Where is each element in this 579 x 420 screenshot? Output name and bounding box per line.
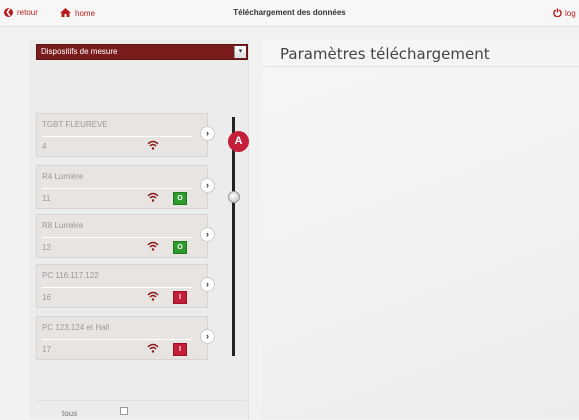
device-type-select[interactable]: Dispositifs de mesure ▾: [36, 44, 248, 60]
scroll-track[interactable]: [232, 117, 235, 356]
divider: [42, 136, 193, 137]
wifi-icon: [147, 241, 159, 251]
wifi-icon: [147, 291, 159, 301]
all-label: tous: [62, 409, 78, 418]
device-card[interactable]: TGBT FLEUREVE 4: [36, 113, 208, 157]
top-bar: ❮ retour home Téléchargement des données…: [0, 0, 579, 27]
device-card[interactable]: R8 Lumière 12 O: [36, 214, 208, 258]
device-card[interactable]: PC 123.124 et Hall 17 I: [36, 316, 208, 360]
device-expand-button[interactable]: ›: [200, 178, 215, 193]
divider: [42, 339, 193, 340]
device-expand-button[interactable]: ›: [200, 227, 215, 242]
title-divider: [262, 66, 579, 67]
device-number: 4: [42, 142, 47, 151]
page-title: Paramètres téléchargement: [280, 45, 490, 63]
page-header-title: Téléchargement des données: [233, 8, 346, 17]
device-name: PC 123.124 et Hall: [42, 323, 110, 332]
divider: [42, 188, 193, 189]
divider: [42, 237, 193, 238]
device-card[interactable]: PC 116.117.122 16 I: [36, 264, 208, 308]
device-number: 16: [42, 293, 51, 302]
device-number: 11: [42, 194, 51, 203]
wifi-icon: [147, 140, 159, 150]
wifi-icon: [147, 192, 159, 202]
logout-label: log: [565, 9, 576, 18]
wifi-icon: [147, 343, 159, 353]
device-number: 17: [42, 345, 51, 354]
logout-link[interactable]: log: [553, 8, 576, 19]
device-name: PC 116.117.122: [42, 271, 99, 280]
status-badge: I: [173, 343, 187, 356]
device-expand-button[interactable]: ›: [200, 126, 215, 141]
select-value: Dispositifs de mesure: [41, 47, 118, 56]
status-badge: O: [173, 241, 187, 254]
device-name: TGBT FLEUREVE: [42, 120, 108, 129]
device-number: 12: [42, 243, 51, 252]
scroll-handle[interactable]: [228, 191, 240, 203]
status-badge: I: [173, 291, 187, 304]
device-card[interactable]: R4 Lumière 11 O: [36, 165, 208, 209]
power-icon: [553, 8, 562, 19]
status-badge: O: [173, 192, 187, 205]
chevron-down-icon[interactable]: ▾: [234, 46, 246, 58]
all-checkbox[interactable]: [120, 407, 128, 415]
list-footer: tous: [36, 400, 246, 420]
marker-a: A: [228, 131, 249, 152]
device-name: R4 Lumière: [42, 172, 84, 181]
device-expand-button[interactable]: ›: [200, 329, 215, 344]
device-name: R8 Lumière: [42, 221, 84, 230]
download-settings-panel: [262, 40, 579, 419]
device-expand-button[interactable]: ›: [200, 277, 215, 292]
divider: [42, 287, 193, 288]
